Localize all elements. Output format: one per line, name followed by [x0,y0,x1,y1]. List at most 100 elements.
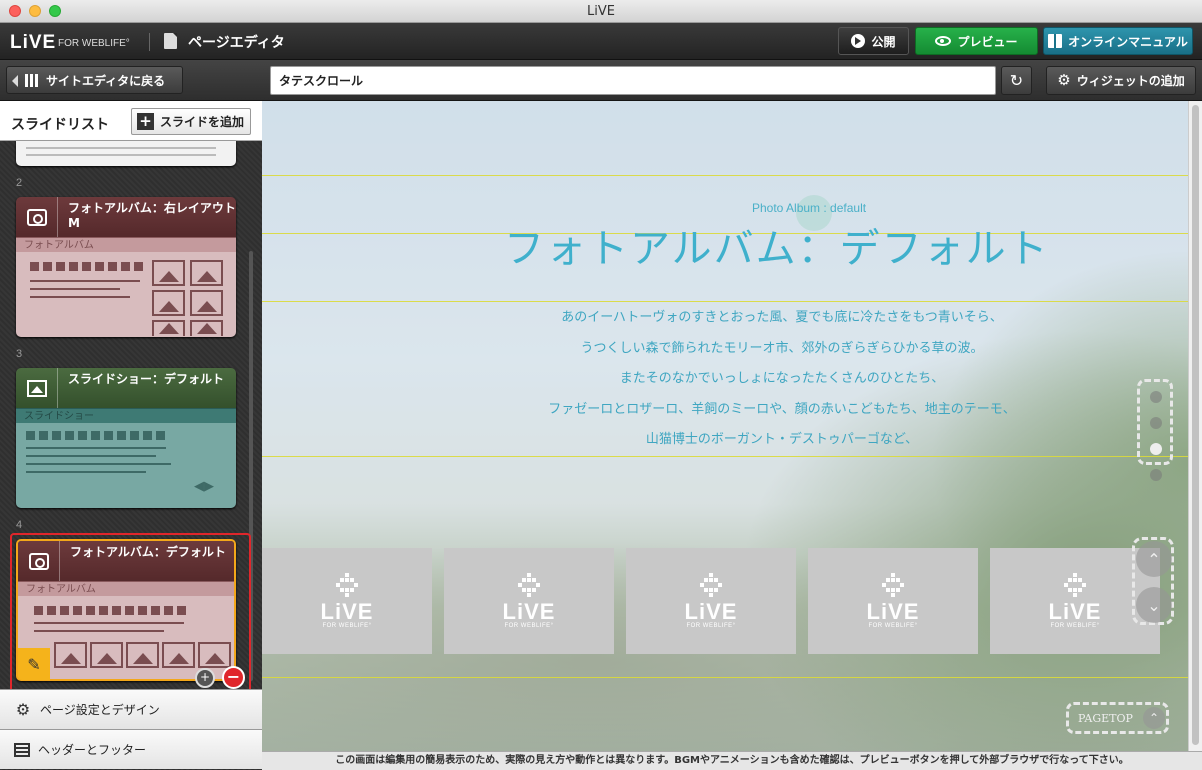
manual-label: オンラインマニュアル [1068,34,1188,49]
live-mark-icon [880,573,906,599]
canvas-scroll-thumb[interactable] [1192,105,1199,745]
slide-number: 3 [16,348,23,360]
window-title: LiVE [587,4,615,19]
camera-icon [26,208,47,226]
guide-line [262,677,1188,678]
photo-thumbnail[interactable]: LiVE FOR WEBLIFE° [262,548,432,654]
pagetop-label[interactable]: PAGETOP [1078,712,1133,725]
image-icon [90,642,123,668]
slide-nav-dot[interactable] [1150,391,1162,403]
edit-slide-button[interactable]: ✎ [18,648,50,680]
canvas-scrollbar[interactable] [1188,101,1202,751]
add-widget-label: ウィジェットの追加 [1076,74,1185,88]
online-manual-button[interactable]: オンラインマニュアル [1043,27,1193,55]
slide-list-header: スライドリスト + スライドを追加 [0,101,262,141]
live-mark-icon [516,573,542,599]
back-label: サイトエディタに戻る [46,73,166,88]
minus-icon: − [226,667,241,686]
pagetop-button[interactable]: ⌃ [1143,707,1165,729]
slide-nav-dot[interactable] [1150,469,1162,481]
app-logo-sub: FOR WEBLIFE° [58,38,130,49]
app-logo: LiVE [10,32,57,53]
back-to-site-editor-button[interactable]: サイトエディタに戻る [6,66,183,94]
live-mark-icon [698,573,724,599]
image-icon [54,642,87,668]
thumbnail-logo: LiVE [320,599,374,624]
window-titlebar: LiVE [0,0,1202,23]
editor-toolbar: サイトエディタに戻る ↻ ⚙ ウィジェットの追加 [0,60,1202,101]
thumbnail-logo-sub: FOR WEBLIFE° [322,623,372,629]
thumbnail-logo: LiVE [684,599,738,624]
slide-card-type: フォトアルバム [16,237,236,252]
slide-card-title: フォトアルバム：右レイアウトM [68,201,236,230]
chevron-up-icon: ⌃ [1148,711,1160,725]
prev-slide-button[interactable]: ⌃ [1136,541,1172,577]
photo-thumbnail[interactable]: LiVE FOR WEBLIFE° [626,548,796,654]
slide-card-header: フォトアルバム：デフォルト [18,541,234,581]
guide-line [262,175,1188,176]
slide-card-title: スライドショー：デフォルト [68,372,225,386]
slide-card-3[interactable]: スライドショー：デフォルト スライドショー ◀▶ [16,368,236,508]
book-icon [1048,34,1063,48]
thumbnail-logo: LiVE [866,599,920,624]
slide-card-header: フォトアルバム：右レイアウトM [16,197,236,237]
page-settings-label: ページ設定とデザイン [40,703,160,717]
app-header: LiVE FOR WEBLIFE° ページエディタ 公開 プレビュー オンライン… [0,23,1202,60]
slide-nav-dot-active[interactable] [1150,443,1162,455]
header-footer-icon [14,742,30,757]
slide-card-preview [18,596,234,679]
photo-thumbnail[interactable]: LiVE FOR WEBLIFE° [444,548,614,654]
slide-card-preview [16,252,236,337]
guide-line [262,301,1188,302]
photo-thumbnail[interactable]: LiVE FOR WEBLIFE° [808,548,978,654]
delete-slide-button[interactable]: − [222,666,245,689]
picture-icon [26,379,47,397]
publish-button[interactable]: 公開 [838,27,909,55]
thumbnail-logo-sub: FOR WEBLIFE° [1050,623,1100,629]
image-icon [152,320,185,336]
header-divider [149,33,150,51]
pencil-icon: ✎ [27,654,41,674]
thumbnail-logo: LiVE [1048,599,1102,624]
slide-card-title: フォトアルバム：デフォルト [70,545,226,559]
slide-card-header: スライドショー：デフォルト [16,368,236,408]
slide-card-1[interactable] [16,141,236,166]
page-settings-button[interactable]: ⚙ ページ設定とデザイン [0,689,262,729]
image-icon [190,320,223,336]
add-slide-button[interactable]: + スライドを追加 [131,108,251,135]
slide-nav-dot[interactable] [1150,417,1162,429]
description-line: またそのなかでいっしょになったたくさんのひとたち、 [619,371,945,386]
description-line: うつくしい森で飾られたモリーオ市、郊外のぎらぎらひかる草の波。 [580,340,984,356]
image-icon [126,642,159,668]
camera-icon [28,552,49,570]
page-canvas[interactable]: Photo Album : default フォトアルバム：デフォルト あのイー… [262,101,1188,751]
header-footer-button[interactable]: ヘッダーとフッター [0,729,262,769]
widget-type-label: Photo Album : default [752,201,867,215]
duplicate-slide-button[interactable]: + [195,668,215,688]
image-icon [190,260,223,286]
slide-arrows-icon: ◀▶ [194,479,214,494]
description-line: あのイーハトーヴォのすきとおった風、夏でも底に冷たさをもつ青いそら、 [561,310,1003,325]
publish-icon [851,34,866,48]
image-icon [190,290,223,316]
thumbnail-logo: LiVE [502,599,556,624]
gear-icon: ⚙ [15,700,31,719]
add-slide-label: スライドを追加 [160,115,245,129]
reload-button[interactable]: ↻ [1001,66,1032,95]
slide-list-sidebar: スライドリスト + スライドを追加 2 フォトアルバム：右レイアウトM フォトア… [0,101,262,770]
slide-card-preview: ◀▶ [16,423,236,508]
page-title-input[interactable] [270,66,996,95]
image-icon [152,260,185,286]
preview-button[interactable]: プレビュー [915,27,1038,55]
preview-label: プレビュー [957,34,1018,49]
album-title[interactable]: フォトアルバム：デフォルト [504,216,1124,274]
add-widget-button[interactable]: ⚙ ウィジェットの追加 [1046,66,1196,95]
publish-label: 公開 [871,34,896,49]
guide-line [262,456,1188,457]
next-slide-button[interactable]: ⌄ [1136,587,1172,623]
live-mark-icon [1062,573,1088,599]
slide-card-2[interactable]: フォトアルバム：右レイアウトM フォトアルバム [16,197,236,337]
photo-thumbnail-strip: LiVE FOR WEBLIFE° LiVE FOR WEBLIFE° LiVE FOR … [262,548,1160,654]
slide-card-type: フォトアルバム [18,581,234,596]
album-description[interactable]: あのイーハトーヴォのすきとおった風、夏でも底に冷たさをもつ青いそら、 うつくしい… [502,303,1062,456]
